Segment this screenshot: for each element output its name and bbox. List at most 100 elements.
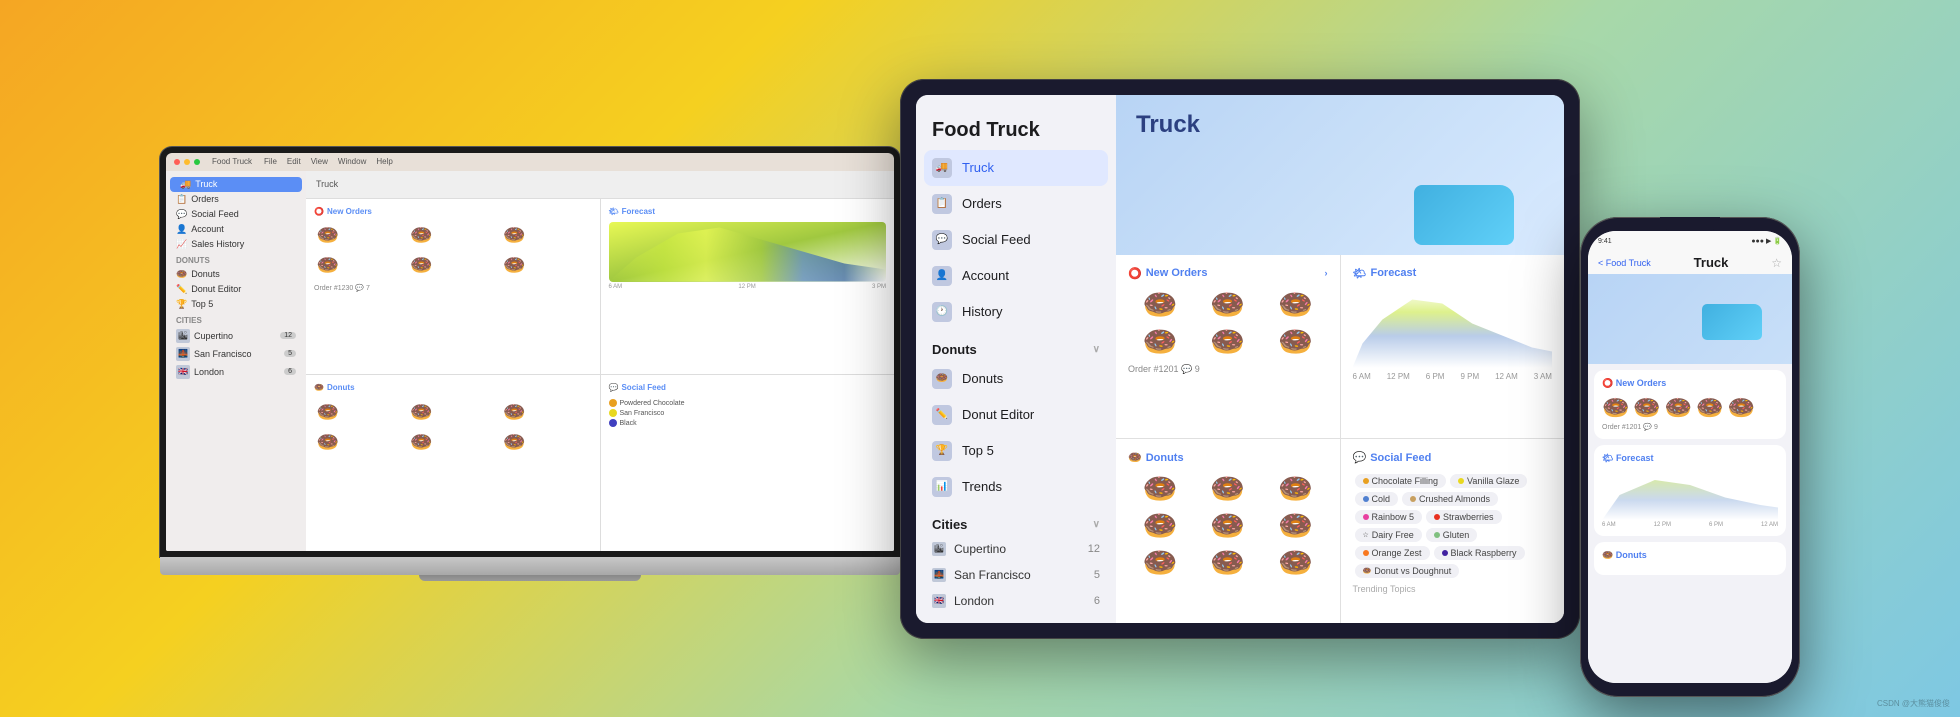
iphone-forecast-header: 🌤 Forecast <box>1602 453 1778 464</box>
mac-panel-forecast: 🌤 Forecast 6 AM 12 PM 3 PM <box>601 199 895 375</box>
close-button[interactable] <box>174 159 180 165</box>
ipad-city-cupertino[interactable]: 🏙 Cupertino 12 <box>916 536 1116 562</box>
ipad-donut-6: 🍩 <box>1264 325 1328 358</box>
ipad-nav-orders[interactable]: 📋 Orders <box>916 186 1116 222</box>
cities-chevron-icon: ∨ <box>1093 519 1100 530</box>
mac-social-item-2: San Francisco <box>609 408 887 418</box>
ipad-main: Truck ⭕ New Orders › <box>1116 95 1564 623</box>
ipad-donut-3: 🍩 <box>1264 288 1328 321</box>
mac-nav-social[interactable]: 💬 Social Feed <box>166 207 306 222</box>
minimize-button[interactable] <box>184 159 190 165</box>
ipad: Food Truck 🚚 Truck 📋 Orders 💬 Social Fee… <box>900 79 1580 639</box>
tag-orange-zest[interactable]: Orange Zest <box>1355 546 1430 560</box>
ipad-nav-truck[interactable]: 🚚 Truck <box>924 150 1108 186</box>
account-icon: 👤 <box>176 224 187 235</box>
orders-icon: 📋 <box>176 194 187 205</box>
donut-editor-icon: ✏️ <box>176 284 187 295</box>
ipad-forecast-label: Forecast <box>1370 267 1416 279</box>
ipad-city-sf[interactable]: 🌉 San Francisco 5 <box>916 562 1116 588</box>
ipad-social-panel-header: 💬 Social Feed <box>1353 451 1553 464</box>
mac-new-orders-label: New Orders <box>327 207 372 216</box>
mac-nav-london[interactable]: 🇬🇧 London 6 <box>166 363 306 381</box>
mac-nav-donuts[interactable]: 🍩 Donuts <box>166 267 306 282</box>
ipad-nav-donut-editor[interactable]: ✏️ Donut Editor <box>916 397 1116 433</box>
ipad-nav-top5[interactable]: 🏆 Top 5 <box>916 433 1116 469</box>
ipad-social-panel-label: Social Feed <box>1370 452 1431 464</box>
ipad-sidebar: Food Truck 🚚 Truck 📋 Orders 💬 Social Fee… <box>916 95 1116 623</box>
iphone-star-button[interactable]: ☆ <box>1771 256 1782 270</box>
top5-icon: 🏆 <box>176 299 187 310</box>
iphone-forecast-icon: 🌤 <box>1602 453 1616 463</box>
mac-donut-3: 🍩 <box>500 222 528 250</box>
tag-rainbow5-label: Rainbow 5 <box>1372 512 1415 522</box>
mac-nav-cupertino[interactable]: 🏙 Cupertino 12 <box>166 327 306 345</box>
ipad-nav-trends[interactable]: 📊 Trends <box>916 469 1116 505</box>
ipad-panel-donut-9: 🍩 <box>1264 546 1328 579</box>
mac-menu-help[interactable]: Help <box>376 157 392 166</box>
ipad-panel-donut-5: 🍩 <box>1196 509 1260 542</box>
tag-dot-10 <box>1442 550 1448 556</box>
mac-nav-orders[interactable]: 📋 Orders <box>166 192 306 207</box>
mac-nav-sanfrancisco[interactable]: 🌉 San Francisco 5 <box>166 345 306 363</box>
ipad-city-london[interactable]: 🇬🇧 London 6 <box>916 588 1116 614</box>
tag-donut-doughnut[interactable]: 🍩 Donut vs Doughnut <box>1355 564 1460 578</box>
tag-vanilla-glaze[interactable]: Vanilla Glaze <box>1450 474 1527 488</box>
macbook: Food Truck File Edit View Window Help 🚚 … <box>160 147 900 581</box>
london-city-icon: 🇬🇧 <box>932 594 946 608</box>
mac-nav-top5[interactable]: 🏆 Top 5 <box>166 297 306 312</box>
ipad-nav-account[interactable]: 👤 Account <box>916 258 1116 294</box>
tag-chocolate-filling[interactable]: Chocolate Filling <box>1355 474 1447 488</box>
tag-black-raspberry[interactable]: Black Raspberry <box>1434 546 1525 560</box>
tag-rainbow5[interactable]: Rainbow 5 <box>1355 510 1423 524</box>
mac-menu-view[interactable]: View <box>311 157 328 166</box>
ipad-nav-donuts[interactable]: 🍩 Donuts <box>916 361 1116 397</box>
mac-nav-account[interactable]: 👤 Account <box>166 222 306 237</box>
sf-icon: 🌉 <box>176 347 190 361</box>
mac-donut-d2: 🍩 <box>407 398 435 426</box>
maximize-button[interactable] <box>194 159 200 165</box>
mac-menu-file[interactable]: File <box>264 157 277 166</box>
iphone-order-label: Order #1201 💬 9 <box>1602 423 1778 431</box>
tag-gluten[interactable]: Gluten <box>1426 528 1478 542</box>
tag-crushed-almonds[interactable]: Crushed Almonds <box>1402 492 1498 506</box>
tag-strawberries[interactable]: Strawberries <box>1426 510 1502 524</box>
mac-nav-truck[interactable]: 🚚 Truck <box>170 177 302 192</box>
ipad-truck-illustration <box>1364 135 1524 255</box>
iphone-chart-gradient <box>1602 470 1778 520</box>
ipad-donut-1: 🍩 <box>1128 288 1192 321</box>
tag-dot-1 <box>1363 478 1369 484</box>
tag-dot-6 <box>1434 514 1440 520</box>
ipad-nav-history[interactable]: 🕐 History <box>916 294 1116 330</box>
tag-dairy-free[interactable]: ☆ Dairy Free <box>1355 528 1422 542</box>
mac-forecast-label: Forecast <box>622 207 655 216</box>
ipad-app-title: Food Truck <box>916 111 1116 150</box>
ipad-truck-icon: 🚚 <box>932 158 952 178</box>
tag-cold[interactable]: Cold <box>1355 492 1399 506</box>
iphone-section-donuts: 🍩 Donuts <box>1594 542 1786 575</box>
mac-donut-6: 🍩 <box>500 252 528 280</box>
tag-vanilla-glaze-label: Vanilla Glaze <box>1467 476 1519 486</box>
ipad-order-count: 9 <box>1195 364 1200 374</box>
ipad-new-orders-icon: ⭕ <box>1128 267 1142 280</box>
social-dot-1 <box>609 399 617 407</box>
ipad-nav-social[interactable]: 💬 Social Feed <box>916 222 1116 258</box>
mac-nav-history[interactable]: 📈 Sales History <box>166 237 306 252</box>
iphone-forecast-times: 6 AM 12 PM 6 PM 12 AM <box>1602 522 1778 528</box>
ipad-account-icon: 👤 <box>932 266 952 286</box>
ipad-forecast-chart <box>1353 288 1553 368</box>
mac-nav-donut-editor-label: Donut Editor <box>191 284 241 294</box>
iphone-truck-illustration <box>1702 304 1782 364</box>
devices-container: Food Truck File Edit View Window Help 🚚 … <box>0 0 1960 717</box>
mac-menu-edit[interactable]: Edit <box>287 157 301 166</box>
mac-toolbar-title: Truck <box>316 179 338 189</box>
mac-nav-account-label: Account <box>191 224 224 234</box>
ipad-donut-2: 🍩 <box>1196 288 1260 321</box>
iphone-donuts-label: Donuts <box>1616 550 1647 560</box>
tag-dot-7: ☆ <box>1363 531 1369 539</box>
iphone-back-button[interactable]: < Food Truck <box>1598 258 1651 268</box>
mac-donuts-grid: 🍩 🍩 🍩 🍩 🍩 🍩 <box>314 398 592 456</box>
mac-menu-window[interactable]: Window <box>338 157 366 166</box>
forecast-icon: 🌤 <box>609 207 619 216</box>
mac-nav-donut-editor[interactable]: ✏️ Donut Editor <box>166 282 306 297</box>
iphone-screen: 9:41 ●●● ▶ 🔋 < Food Truck Truck ☆ ⭕ New … <box>1588 231 1792 683</box>
